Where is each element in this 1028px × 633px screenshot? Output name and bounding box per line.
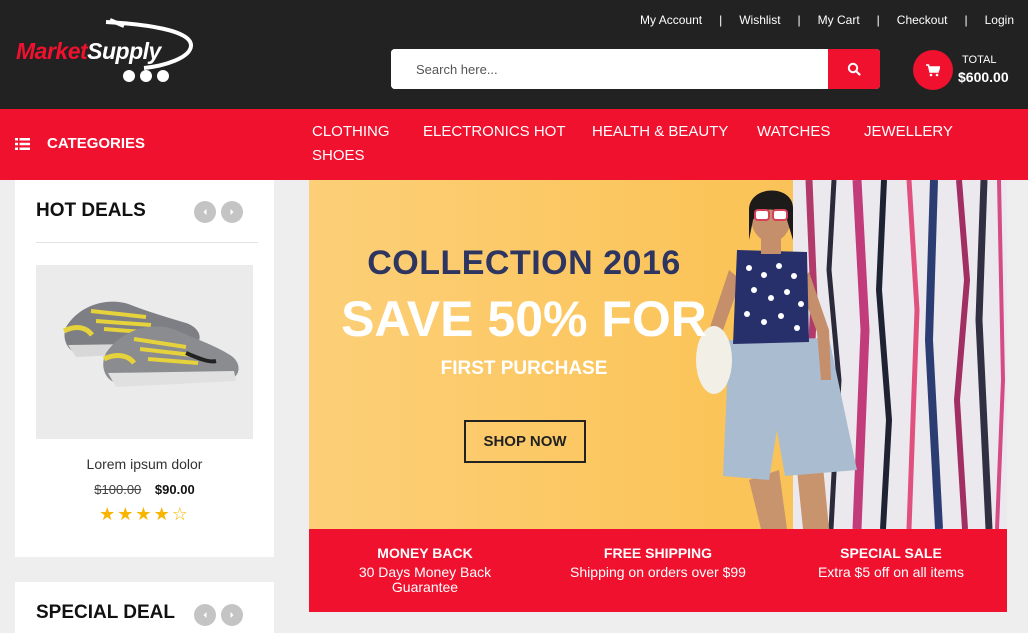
banner-headline: SAVE 50% FOR: [341, 291, 707, 347]
hero-banner: COLLECTION 2016 SAVE 50% FOR FIRST PURCH…: [309, 180, 1007, 529]
new-price: $90.00: [154, 482, 195, 497]
hot-deals-title: HOT DEALS: [36, 200, 146, 221]
logo-text-part1: Market: [16, 38, 88, 64]
special-deal-title: SPECIAL DEAL: [36, 602, 176, 623]
star-filled-icon: ★: [135, 504, 154, 525]
hot-deals-panel: HOT DEALS Lorem ipsum dolor $100.00 $90.: [15, 180, 274, 557]
nav-item-health-beauty[interactable]: HEALTH & BEAUTY: [592, 123, 728, 140]
logo-text-part2: Supply: [87, 38, 161, 64]
link-wishlist[interactable]: Wishlist: [739, 13, 780, 27]
feature-title: MONEY BACK: [377, 545, 473, 561]
sneaker-illustration: [62, 301, 239, 387]
categories-label: CATEGORIES: [47, 135, 146, 152]
nav-item-shoes[interactable]: SHOES: [312, 147, 365, 164]
banner-model-image: [309, 180, 1007, 529]
list-icon: [15, 137, 30, 150]
separator: |: [797, 13, 801, 27]
feature-desc: Shipping on orders over $99: [570, 564, 746, 580]
link-my-cart[interactable]: My Cart: [818, 13, 860, 27]
product-image[interactable]: [36, 265, 253, 439]
feature-title: FREE SHIPPING: [603, 545, 713, 561]
feature-title: SPECIAL SALE: [840, 545, 942, 561]
banner-heading: COLLECTION 2016: [367, 244, 681, 282]
separator: |: [719, 13, 723, 27]
logo-text: MarketSupply: [16, 38, 161, 65]
chevron-right-icon: [230, 612, 234, 618]
divider: [36, 242, 258, 243]
cart-button[interactable]: [913, 50, 953, 90]
features-strip: MONEY BACK 30 Days Money Back Guarantee …: [309, 529, 1007, 612]
link-my-account[interactable]: My Account: [640, 13, 702, 27]
star-filled-icon: ★: [99, 504, 118, 525]
cart-icon: [926, 63, 940, 76]
chevron-left-icon: [203, 612, 207, 618]
nav-item-watches[interactable]: WATCHES: [757, 123, 830, 140]
special-deal-prev-button[interactable]: [194, 604, 216, 626]
separator: |: [876, 13, 880, 27]
special-deal-panel: SPECIAL DEAL: [15, 582, 274, 633]
star-empty-icon: ☆: [171, 504, 190, 525]
special-deal-next-button[interactable]: [221, 604, 243, 626]
nav-item-clothing[interactable]: CLOTHING: [312, 123, 390, 140]
account-links: My Account | Wishlist | My Cart | Checko…: [640, 13, 1014, 27]
separator: |: [964, 13, 968, 27]
shop-now-button[interactable]: SHOP NOW: [464, 420, 586, 463]
nav-item-electronics[interactable]: ELECTRONICS HOT: [423, 123, 566, 140]
rating-stars: ★★★★☆: [15, 504, 274, 525]
search-bar: [391, 49, 880, 89]
chevron-right-icon: [230, 209, 234, 215]
logo[interactable]: MarketSupply: [14, 16, 199, 88]
feature-money-back: MONEY BACK 30 Days Money Back Guarantee: [310, 545, 540, 595]
product-name[interactable]: Lorem ipsum dolor: [15, 456, 274, 472]
old-price: $100.00: [94, 482, 142, 497]
search-icon: [847, 62, 861, 76]
feature-special-sale: SPECIAL SALE Extra $5 off on all items: [776, 545, 1006, 580]
link-login[interactable]: Login: [985, 13, 1014, 27]
nav-item-jewellery[interactable]: JEWELLERY: [864, 123, 953, 140]
star-filled-icon: ★: [117, 504, 136, 525]
banner-subheading: FIRST PURCHASE: [440, 358, 608, 379]
feature-desc: 30 Days Money Back Guarantee: [358, 564, 492, 595]
chevron-left-icon: [203, 209, 207, 215]
hot-deals-prev-button[interactable]: [194, 201, 216, 223]
hot-deals-next-button[interactable]: [221, 201, 243, 223]
main-nav: CATEGORIES CLOTHING ELECTRONICS HOT HEAL…: [0, 109, 1028, 180]
price-row: $100.00 $90.00: [15, 482, 274, 497]
categories-button[interactable]: CATEGORIES: [15, 135, 145, 152]
feature-free-shipping: FREE SHIPPING Shipping on orders over $9…: [543, 545, 773, 580]
top-header: MarketSupply My Account | Wishlist | My …: [0, 0, 1028, 109]
feature-desc: Extra $5 off on all items: [817, 564, 965, 580]
star-filled-icon: ★: [153, 504, 172, 525]
cart-total-value: $600.00: [958, 69, 1009, 85]
search-input[interactable]: [391, 49, 828, 89]
cart-total-label: TOTAL: [962, 54, 997, 66]
link-checkout[interactable]: Checkout: [897, 13, 948, 27]
search-button[interactable]: [828, 49, 880, 89]
